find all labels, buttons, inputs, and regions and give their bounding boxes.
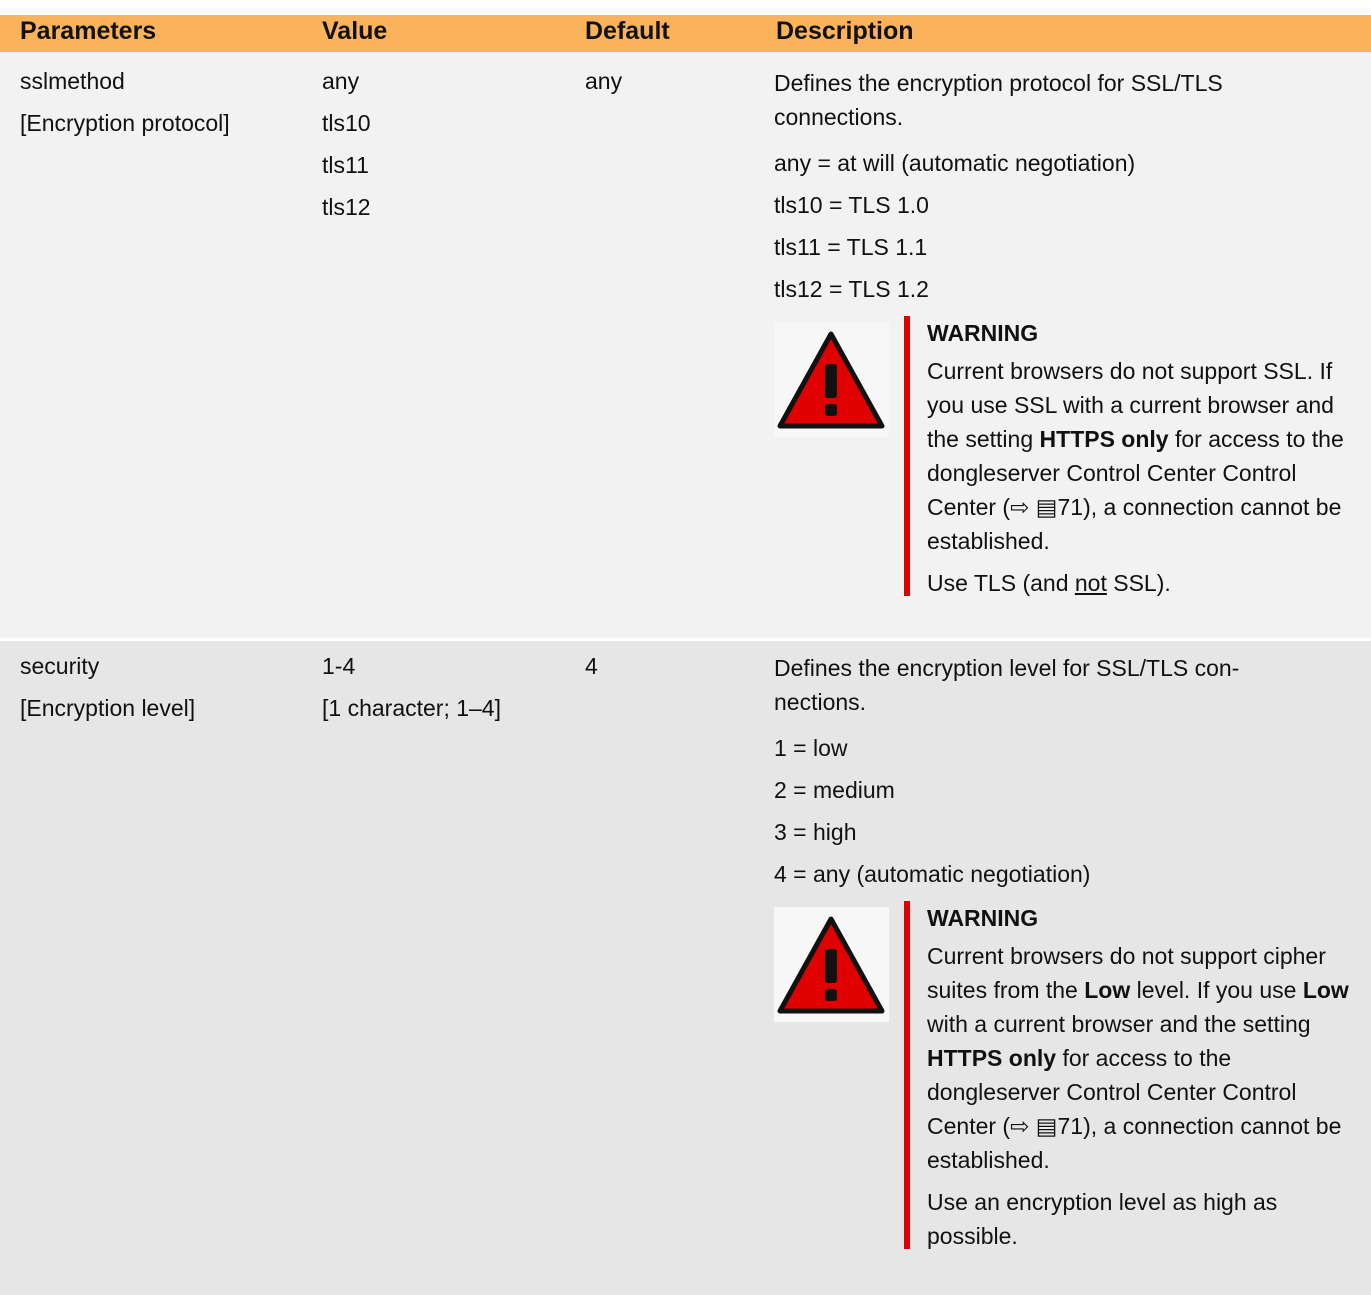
- description-item: 4 = any (automatic negotiation): [774, 861, 1091, 887]
- description-item: 1 = low: [774, 735, 848, 761]
- description-item: 3 = high: [774, 819, 857, 845]
- value-item: any: [322, 68, 360, 94]
- description-cell: Defines the encryption level for SSL/TLS…: [774, 651, 1354, 1261]
- description-item: 2 = medium: [774, 777, 895, 803]
- description-cell: Defines the encryption protocol for SSL/…: [774, 66, 1354, 608]
- page-ref-icon: ▤: [1035, 1113, 1058, 1139]
- default-value: 4: [585, 653, 598, 679]
- description-intro: Defines the encryption protocol for SSL/…: [774, 70, 1223, 130]
- header-value: Value: [322, 17, 388, 45]
- header-parameters: Parameters: [20, 17, 157, 45]
- description-intro-line: Defines the encryption level for SSL/TLS…: [774, 655, 1240, 681]
- default-value: any: [585, 68, 623, 94]
- description-item: tls12 = TLS 1.2: [774, 276, 929, 302]
- warning-text-part: with a current browser and the setting: [927, 1011, 1311, 1037]
- value-item: 1-4: [322, 653, 356, 679]
- warning-bar: [904, 901, 910, 1249]
- param-cell: security [Encryption level]: [20, 645, 195, 729]
- warning-advice: Use an encryption level as high as possi…: [927, 1189, 1278, 1249]
- warning-text-bold: HTTPS only: [1039, 426, 1169, 452]
- warning-box: WARNING Current browsers do not support …: [774, 316, 1354, 600]
- warning-title: WARNING: [927, 320, 1039, 346]
- warning-text-part: level. If you use: [1130, 977, 1303, 1003]
- param-cell: sslmethod [Encryption protocol]: [20, 60, 230, 144]
- param-name: security: [20, 653, 100, 679]
- page-ref-icon: ▤: [1035, 494, 1058, 520]
- param-name: sslmethod: [20, 68, 125, 94]
- value-item: [1 character; 1–4]: [322, 695, 501, 721]
- param-label: [Encryption protocol]: [20, 110, 230, 136]
- warning-text-bold: HTTPS only: [927, 1045, 1057, 1071]
- warning-title: WARNING: [927, 905, 1039, 931]
- warning-text: WARNING Current browsers do not support …: [927, 901, 1354, 1253]
- header-default: Default: [585, 17, 670, 45]
- description-item: tls10 = TLS 1.0: [774, 192, 929, 218]
- warning-text-bold: Low: [1302, 977, 1349, 1003]
- value-cell: 1-4 [1 character; 1–4]: [322, 645, 501, 729]
- warning-paragraph: Current browsers do not support SSL. If …: [927, 354, 1354, 558]
- warning-text-part: Use TLS (and: [927, 570, 1075, 596]
- warning-advice: Use TLS (and not SSL).: [927, 566, 1354, 600]
- value-item: tls11: [322, 152, 369, 178]
- value-item: tls10: [322, 110, 371, 136]
- warning-bar: [904, 316, 910, 596]
- description-intro-line: nections.: [774, 689, 867, 715]
- warning-icon: [774, 322, 889, 437]
- value-cell: any tls10 tls11 tls12: [322, 60, 371, 228]
- table-header: Parameters Value Default Description: [0, 15, 1371, 52]
- warning-icon: [774, 907, 889, 1022]
- param-label: [Encryption level]: [20, 695, 196, 721]
- warning-box: WARNING Current browsers do not support …: [774, 901, 1354, 1253]
- warning-text-underline: not: [1074, 570, 1107, 596]
- description-item: tls11 = TLS 1.1: [774, 234, 928, 260]
- table-row-security: security [Encryption level] 1-4 [1 chara…: [0, 641, 1371, 1295]
- warning-text-bold: Low: [1084, 977, 1131, 1003]
- default-cell: any: [585, 60, 622, 102]
- default-cell: 4: [585, 645, 598, 687]
- value-item: tls12: [322, 194, 371, 220]
- warning-paragraph: Current browsers do not support cipher s…: [927, 939, 1354, 1177]
- header-description: Description: [776, 17, 914, 45]
- table-row-sslmethod: sslmethod [Encryption protocol] any tls1…: [0, 52, 1371, 638]
- warning-text-part: SSL).: [1106, 570, 1171, 596]
- warning-text: WARNING Current browsers do not support …: [927, 316, 1354, 600]
- description-item: any = at will (automatic negotiation): [774, 150, 1136, 176]
